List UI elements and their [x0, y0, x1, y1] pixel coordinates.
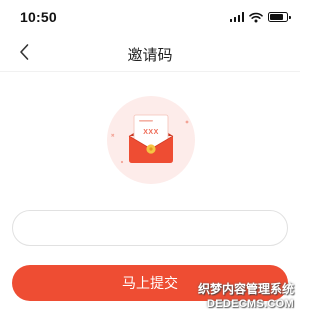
watermark-title: 织梦内容管理系统 — [197, 282, 294, 296]
invite-code-field — [12, 210, 288, 246]
page-title: 邀请码 — [127, 47, 173, 64]
nav-bar: 邀请码 — [0, 34, 300, 72]
battery-icon — [268, 12, 291, 22]
status-icons — [229, 11, 291, 23]
status-bar: 10:50 — [0, 0, 300, 34]
wifi-icon — [249, 12, 263, 22]
invitation-envelope-icon: XXX — [107, 96, 195, 184]
invite-code-input[interactable] — [13, 211, 287, 245]
signal-icon — [229, 12, 244, 22]
letter-text: XXX — [143, 129, 159, 136]
watermark-url: DEDECMS.COM — [206, 298, 294, 310]
watermark: 织梦内容管理系统 DEDECMS.COM — [186, 282, 294, 312]
status-time: 10:50 — [20, 9, 57, 25]
